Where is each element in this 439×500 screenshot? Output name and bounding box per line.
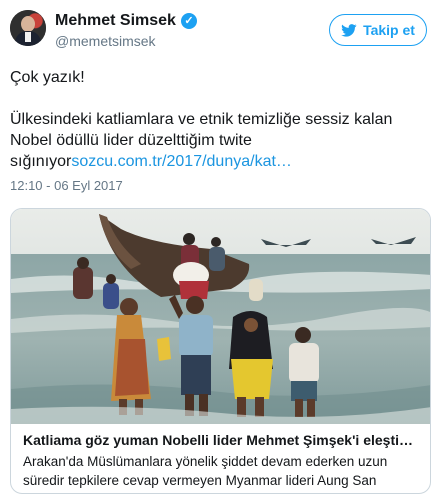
card-image[interactable]: [11, 209, 431, 424]
verified-badge-icon: ✓: [180, 13, 197, 29]
tweet-line: Nobel ödüllü lider düzelttiğim twite: [10, 132, 252, 149]
user-names: Mehmet Simsek ✓ @memetsimsek: [55, 12, 197, 49]
tweet-line: Ülkesindeki katliamlara ve etnik temizli…: [10, 111, 393, 128]
user-handle[interactable]: @memetsimsek: [55, 33, 197, 49]
tweet-text: Çok yazık! Ülkesindeki katliamlara ve et…: [10, 67, 430, 172]
tweet-link[interactable]: sozcu.com.tr/2017/dunya/kat…: [71, 153, 292, 170]
card-description: Arakan'da Müslümanlara yönelik şiddet de…: [23, 454, 388, 488]
tweet-timestamp[interactable]: 12:10 - 06 Eyl 2017: [10, 178, 123, 193]
card-body[interactable]: Katliama göz yuman Nobelli lider Mehmet …: [11, 424, 430, 493]
avatar[interactable]: [10, 10, 46, 46]
link-card[interactable]: Katliama göz yuman Nobelli lider Mehmet …: [10, 208, 431, 494]
follow-button[interactable]: Takip et: [329, 14, 427, 46]
twitter-bird-icon: [341, 23, 357, 37]
follow-button-label: Takip et: [363, 22, 415, 38]
tweet-line: Çok yazık!: [10, 69, 85, 86]
user-name[interactable]: Mehmet Simsek: [55, 12, 176, 30]
tweet-line: sığınıyorsozcu.com.tr/2017/dunya/kat…: [10, 151, 430, 172]
tweet-line-text: sığınıyor: [10, 153, 72, 170]
tweet-header: Mehmet Simsek ✓ @memetsimsek Takip et: [10, 10, 431, 54]
card-title[interactable]: Katliama göz yuman Nobelli lider Mehmet …: [23, 432, 422, 448]
